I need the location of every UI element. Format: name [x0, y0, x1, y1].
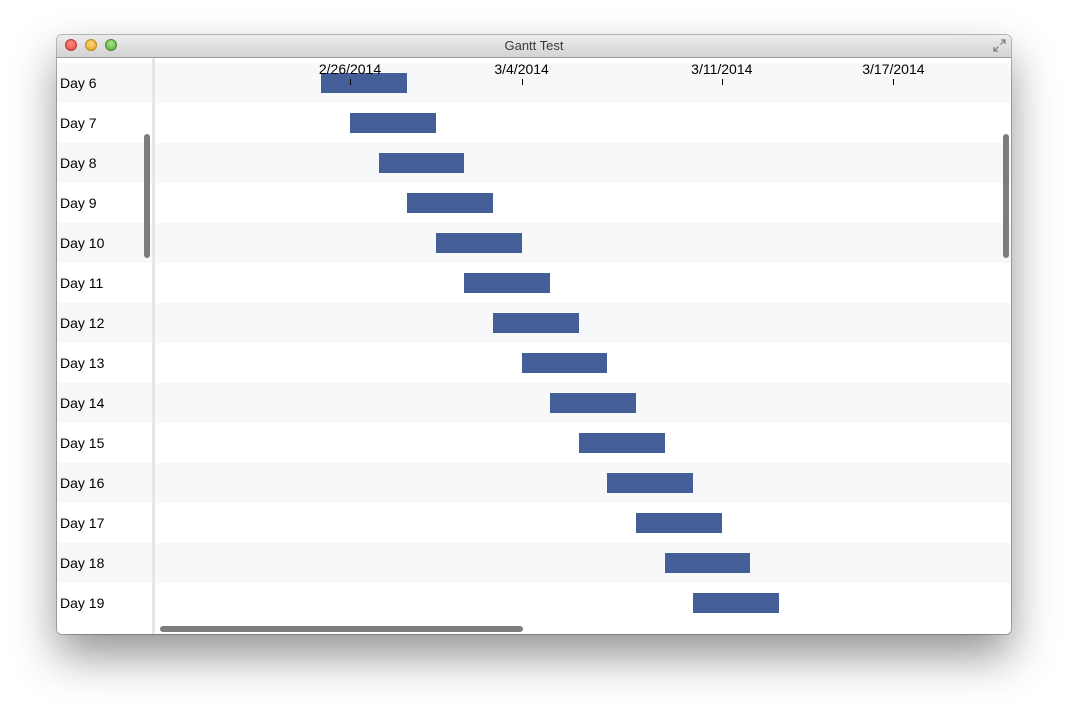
- app-window: Gantt Test Day 6 Day 7 Day 8 Day 9 Day 10 Day…: [57, 35, 1011, 634]
- chart-row: [155, 543, 1011, 583]
- chart-row: [155, 463, 1011, 503]
- task-label: Day 19: [60, 595, 105, 611]
- task-label: Day 11: [60, 275, 104, 291]
- task-row[interactable]: Day 19: [57, 583, 152, 623]
- task-row[interactable]: Day 16: [57, 463, 152, 503]
- timeline-date-label: 3/4/2014: [494, 61, 549, 77]
- title-bar[interactable]: Gantt Test: [57, 35, 1011, 58]
- task-bar[interactable]: [607, 473, 694, 493]
- task-label: Day 18: [60, 555, 105, 571]
- timeline-date-label: 3/17/2014: [862, 61, 925, 77]
- task-label: Day 8: [60, 155, 97, 171]
- task-bar[interactable]: [550, 393, 636, 413]
- task-row[interactable]: Day 10: [57, 223, 152, 263]
- chart-vertical-scrollbar[interactable]: [1003, 134, 1009, 258]
- task-label: Day 13: [60, 355, 105, 371]
- task-bar[interactable]: [664, 553, 751, 573]
- task-row[interactable]: Day 13: [57, 343, 152, 383]
- task-row[interactable]: Day 12: [57, 303, 152, 343]
- task-bar[interactable]: [464, 273, 551, 293]
- task-label: Day 15: [60, 435, 105, 451]
- fullscreen-icon[interactable]: [992, 38, 1007, 53]
- chart-row: [155, 223, 1011, 263]
- task-bar[interactable]: [636, 513, 722, 533]
- task-row[interactable]: Day 7: [57, 103, 152, 143]
- task-bar[interactable]: [435, 233, 522, 253]
- task-list-vertical-scrollbar[interactable]: [144, 134, 150, 258]
- gantt-chart-pane: 2/26/2014 3/4/2014 3/11/2014 3/17/2014: [155, 58, 1011, 634]
- task-row[interactable]: Day 18: [57, 543, 152, 583]
- task-row[interactable]: Day 17: [57, 503, 152, 543]
- task-label: Day 16: [60, 475, 105, 491]
- timeline-tick: [893, 79, 895, 85]
- task-bar[interactable]: [693, 593, 779, 613]
- timeline-date-label: 2/26/2014: [318, 61, 382, 77]
- chart-row: [155, 503, 1011, 543]
- timeline-tick: [521, 79, 523, 85]
- window-title: Gantt Test: [504, 38, 564, 53]
- task-list-pane: Day 6 Day 7 Day 8 Day 9 Day 10 Day 11 Day 12 Da…: [57, 58, 152, 634]
- timeline-tick: [721, 79, 723, 85]
- task-label: Day 6: [60, 75, 97, 91]
- task-row[interactable]: Day 14: [57, 383, 152, 423]
- task-bar[interactable]: [350, 113, 436, 133]
- task-row[interactable]: Day 15: [57, 423, 152, 463]
- task-label: Day 9: [60, 195, 97, 211]
- task-bar[interactable]: [578, 433, 665, 453]
- chart-row: [155, 583, 1011, 623]
- chart-row: [155, 263, 1011, 303]
- window-content: Day 6 Day 7 Day 8 Day 9 Day 10 Day 11 Day 12 Da…: [57, 58, 1011, 634]
- chart-row: [155, 303, 1011, 343]
- task-bar[interactable]: [378, 153, 465, 173]
- task-bar[interactable]: [493, 313, 579, 333]
- task-label: Day 14: [60, 395, 105, 411]
- chart-row: [155, 143, 1011, 183]
- task-label: Day 10: [60, 235, 105, 251]
- timeline-date-label: 3/11/2014: [691, 61, 753, 77]
- task-row[interactable]: Day 11: [57, 263, 152, 303]
- task-row[interactable]: Day 8: [57, 143, 152, 183]
- timeline-tick: [350, 79, 351, 85]
- task-label: Day 12: [60, 315, 105, 331]
- task-row[interactable]: Day 9: [57, 183, 152, 223]
- task-label: Day 7: [60, 115, 97, 131]
- chart-row: [155, 103, 1011, 143]
- task-bar[interactable]: [521, 353, 608, 373]
- chart-horizontal-scrollbar[interactable]: [160, 626, 523, 632]
- task-bar[interactable]: [407, 193, 493, 213]
- chart-row: [155, 183, 1011, 223]
- task-row[interactable]: Day 6: [57, 63, 152, 103]
- task-label: Day 17: [60, 515, 105, 531]
